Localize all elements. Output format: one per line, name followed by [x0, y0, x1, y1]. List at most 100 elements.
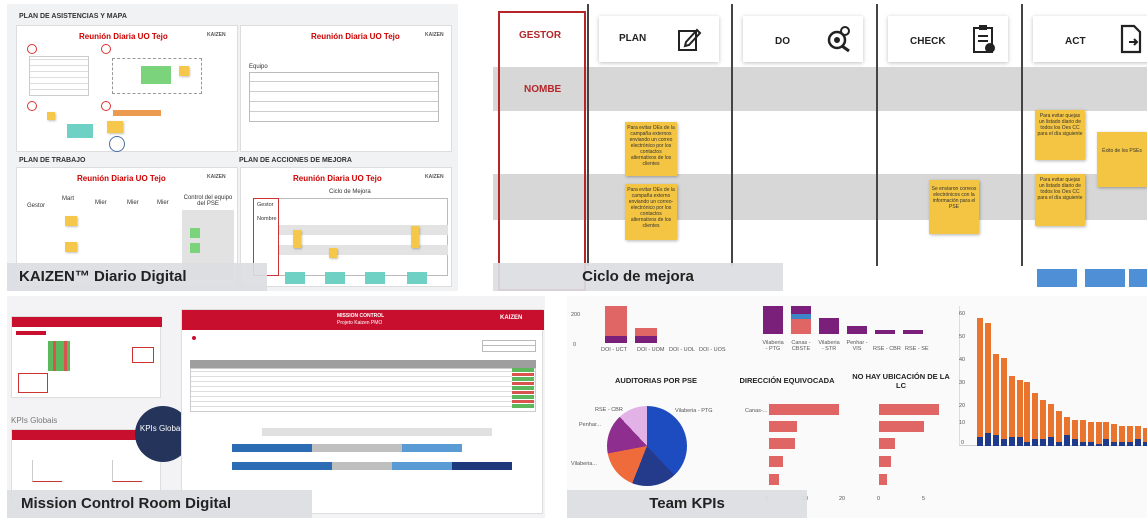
sticky-note — [1085, 269, 1125, 287]
sticky-note — [67, 124, 93, 138]
bar — [1016, 437, 1023, 446]
section-title-acciones: PLAN DE ACCIONES DE MEJORA — [239, 157, 352, 164]
y-tick: 40 — [959, 357, 966, 363]
bar — [1071, 439, 1078, 446]
bar — [1016, 380, 1023, 446]
bar — [769, 474, 779, 485]
step-marker-icon — [101, 101, 111, 111]
category-label: DOI - UOS — [699, 347, 726, 353]
sticky-note — [325, 272, 345, 284]
bar — [1056, 441, 1062, 446]
panel-caption: Team KPIs — [567, 490, 807, 518]
bar — [879, 438, 895, 449]
day-label: Mier — [127, 200, 139, 206]
sticky-note: Éxito de los PSEs — [1097, 132, 1147, 187]
pie-chart — [607, 406, 687, 486]
day-label: Mier — [157, 200, 169, 206]
category-label: RSE - CBR — [873, 346, 901, 352]
gear-search-icon — [827, 26, 850, 53]
section-title-trabajo: PLAN DE TRABAJO — [19, 157, 86, 164]
sticky-note — [365, 272, 385, 284]
mini-box — [132, 347, 154, 363]
y-tick: 50 — [959, 334, 966, 340]
board-title: Reunión Diaria UO Tejo — [79, 32, 168, 41]
bar — [1135, 439, 1141, 446]
document-arrow-icon — [1120, 24, 1142, 54]
bar — [1032, 439, 1039, 446]
bar — [977, 437, 983, 446]
do-header: DO — [743, 16, 863, 62]
column-divider — [876, 4, 878, 266]
status-column — [512, 368, 534, 408]
bar — [635, 336, 657, 343]
step-marker-icon — [101, 44, 111, 54]
plan-label: PLAN — [619, 33, 647, 44]
sticky-note: Para evitar quejas un listado diario de … — [1035, 174, 1085, 226]
bar — [847, 326, 867, 334]
kaizen-logo: KAIZEN — [207, 32, 226, 38]
data-table — [190, 368, 536, 412]
board-acciones: Reunión Diaria UO Tejo KAIZEN Ciclo de M… — [240, 167, 452, 287]
bar — [984, 322, 991, 446]
sticky-note — [113, 110, 161, 116]
category-label: DOI - UOL — [669, 347, 695, 353]
act-header: ACT — [1033, 16, 1147, 62]
gestor-column — [498, 11, 586, 291]
bar — [763, 306, 783, 334]
mission-panel[interactable]: KPIs Globais KPIs Globais MISSION CONTRO… — [7, 296, 545, 518]
chart-title: AUDITORIAS POR PSE — [615, 376, 697, 385]
control-label: Control del equipo del PSE — [183, 195, 233, 207]
axis-tick: 0 — [877, 496, 881, 502]
bar — [875, 330, 895, 334]
column-divider — [731, 4, 733, 266]
bar — [1127, 441, 1134, 446]
clipboard-check-icon — [973, 25, 995, 53]
sticky-note: Para evitar OEs de la campaña externos e… — [625, 122, 677, 176]
cycle-panel[interactable]: GESTOR NOMBE PLAN DO CHECK ACT Para evit… — [493, 4, 1147, 291]
category-label: Vilaberia - PTG — [762, 340, 784, 352]
gantt-bar — [232, 462, 332, 470]
gestor-label: Gestor — [257, 202, 274, 208]
board-equipo: Reunión Diaria UO Tejo KAIZEN Equipo — [240, 25, 452, 152]
bar — [1103, 439, 1110, 446]
mini-chart — [32, 460, 62, 482]
bar — [1095, 421, 1102, 446]
sticky-note — [411, 226, 419, 248]
sticky-note — [47, 112, 55, 120]
nombre-label: Nombre — [257, 216, 277, 222]
axis-tick: 20 — [839, 496, 846, 502]
gantt-bar — [232, 444, 312, 452]
pie-label: Penhar... — [579, 422, 602, 428]
panel-caption: Mission Control Room Digital — [7, 490, 312, 518]
ciclo-label: Ciclo de Mejora — [329, 189, 371, 195]
y-tick: 20 — [959, 403, 966, 409]
y-tick: 10 — [959, 420, 966, 426]
equipo-label: Equipo — [249, 64, 268, 70]
bar — [1142, 441, 1147, 446]
y-tick: 60 — [959, 311, 966, 317]
bar — [1079, 441, 1086, 446]
section-title-asistencias: PLAN DE ASISTENCIAS Y MAPA — [19, 13, 127, 20]
bar — [769, 404, 839, 415]
chart-title: DIRECCIÓN EQUIVOCADA — [739, 376, 835, 385]
bar — [977, 318, 983, 446]
category-label: DOI - UOM — [637, 347, 665, 353]
mini-chart — [112, 460, 142, 482]
sticky-note — [190, 243, 200, 253]
gantt-bar — [402, 444, 462, 452]
category-label: Penhar - VIS — [846, 340, 868, 352]
bar — [992, 435, 999, 446]
nombre-label: NOMBE — [524, 84, 562, 95]
step-marker-icon — [27, 44, 37, 54]
tick-label: 0 — [573, 342, 577, 348]
kaizen-logo: KAIZEN — [425, 174, 444, 180]
step-marker-icon — [27, 101, 37, 111]
bar — [1119, 441, 1126, 446]
kaizen-panel[interactable]: PLAN DE ASISTENCIAS Y MAPA Reunión Diari… — [7, 4, 458, 291]
pie-label: Vilaberia - PTG — [675, 408, 713, 414]
sticky-note — [329, 248, 337, 258]
bar — [1111, 441, 1118, 446]
board-title: Reunión Diaria UO Tejo — [311, 32, 400, 41]
bar — [1000, 358, 1007, 446]
team-kpis-panel[interactable]: 200 0 DOI - UCT DOI - UOM DOI - UOL DOI … — [567, 296, 1147, 518]
